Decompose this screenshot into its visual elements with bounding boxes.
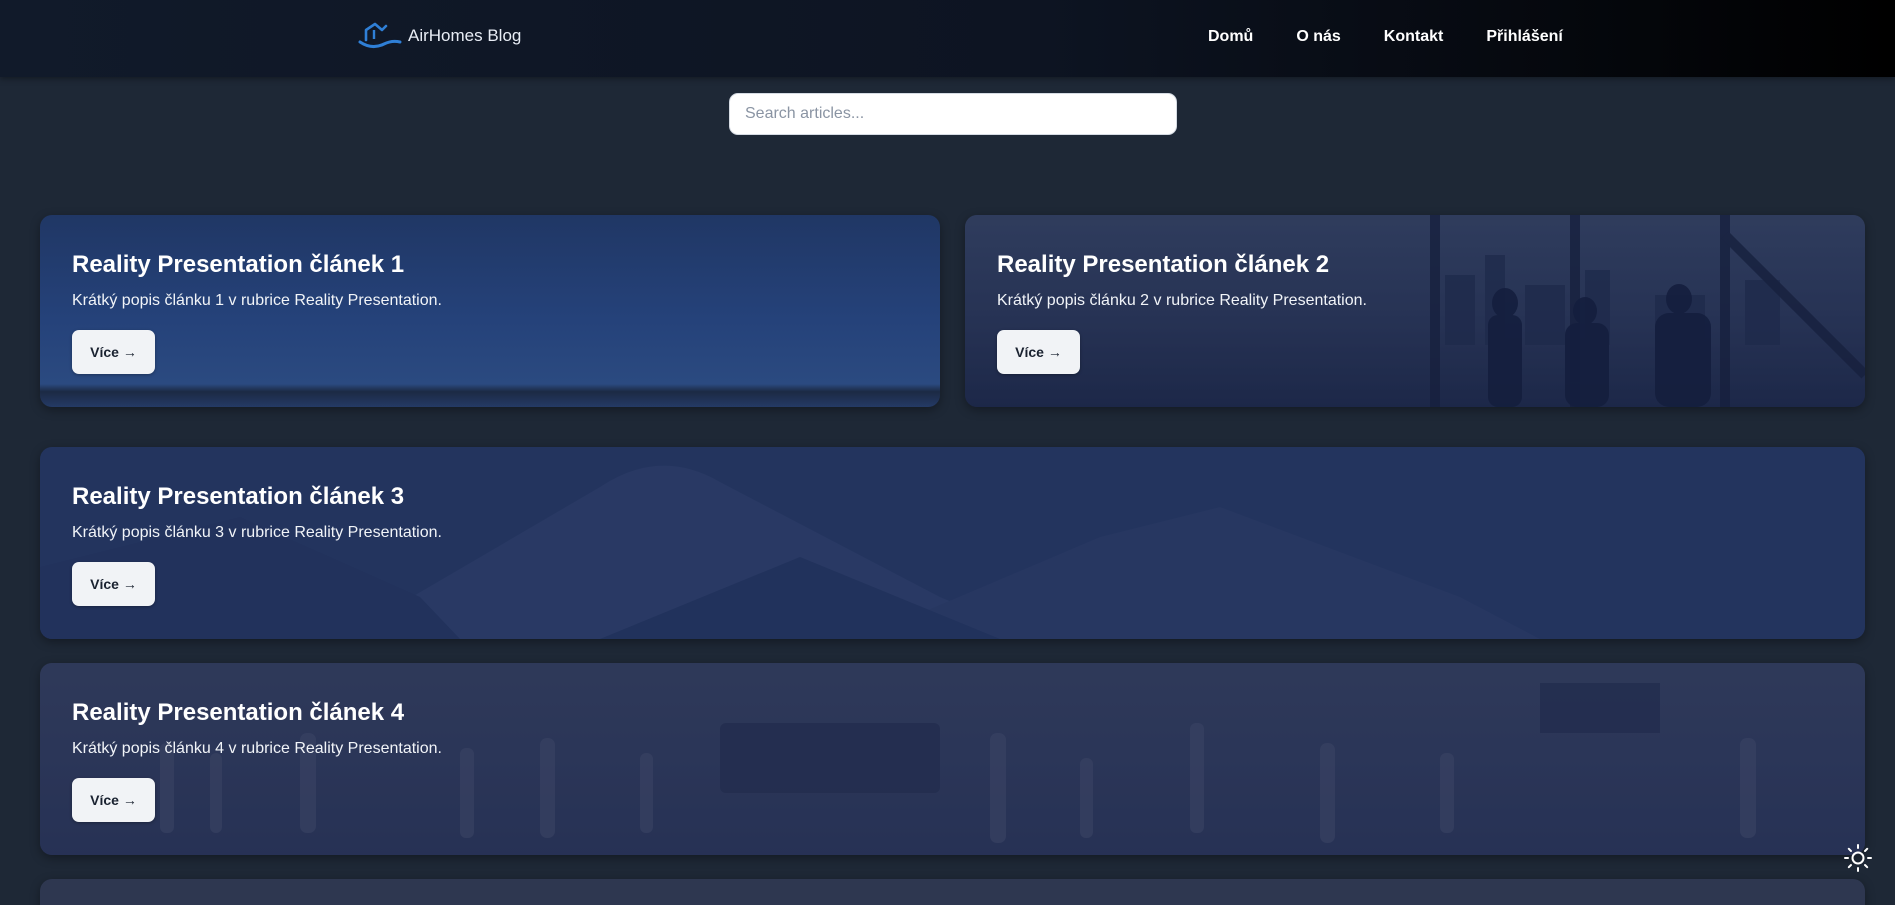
card-description: Krátký popis článku 1 v rubrice Reality … xyxy=(72,291,442,309)
nav-login[interactable]: Přihlášení xyxy=(1486,28,1562,46)
card-description: Krátký popis článku 3 v rubrice Reality … xyxy=(72,523,442,541)
nav-contact[interactable]: Kontakt xyxy=(1384,28,1444,46)
sun-icon xyxy=(1844,844,1872,872)
nav-home[interactable]: Domů xyxy=(1208,28,1253,46)
more-button[interactable]: Více → xyxy=(997,329,1080,374)
house-logo-icon xyxy=(358,22,402,49)
top-navbar: AirHomes Blog Domů O nás Kontakt Přihláš… xyxy=(0,0,1895,77)
theme-toggle-button[interactable] xyxy=(1843,843,1873,873)
brand-name: AirHomes Blog xyxy=(408,26,522,45)
nav-about[interactable]: O nás xyxy=(1296,28,1340,46)
card-title: Reality Presentation článek 2 xyxy=(997,251,1330,278)
card-content: Reality Presentation článek 1 Krátký pop… xyxy=(72,251,442,374)
card-title: Reality Presentation článek 1 xyxy=(72,251,405,278)
card-description: Krátký popis článku 4 v rubrice Reality … xyxy=(72,739,442,757)
card-description: Krátký popis článku 2 v rubrice Reality … xyxy=(997,291,1367,309)
search-input[interactable] xyxy=(729,93,1177,135)
article-card-1: Reality Presentation článek 1 Krátký pop… xyxy=(40,215,940,407)
more-button[interactable]: Více → xyxy=(72,561,155,606)
card-content: Reality Presentation článek 4 Krátký pop… xyxy=(72,699,442,822)
card-title: Reality Presentation článek 3 xyxy=(72,483,405,510)
card-content: Reality Presentation článek 3 Krátký pop… xyxy=(72,483,442,606)
card-content: Reality Presentation článek 2 Krátký pop… xyxy=(997,251,1367,374)
more-button[interactable]: Více → xyxy=(72,777,155,822)
card-title: Reality Presentation článek 4 xyxy=(72,699,405,726)
article-card-2: Reality Presentation článek 2 Krátký pop… xyxy=(965,215,1865,407)
article-card-5-partial xyxy=(40,879,1865,905)
more-button[interactable]: Více → xyxy=(72,329,155,374)
article-card-3: Reality Presentation článek 3 Krátký pop… xyxy=(40,447,1865,639)
article-card-4: Reality Presentation článek 4 Krátký pop… xyxy=(40,663,1865,855)
main-nav: Domů O nás Kontakt Přihlášení xyxy=(1208,28,1563,46)
brand-link[interactable]: AirHomes Blog xyxy=(358,22,521,50)
